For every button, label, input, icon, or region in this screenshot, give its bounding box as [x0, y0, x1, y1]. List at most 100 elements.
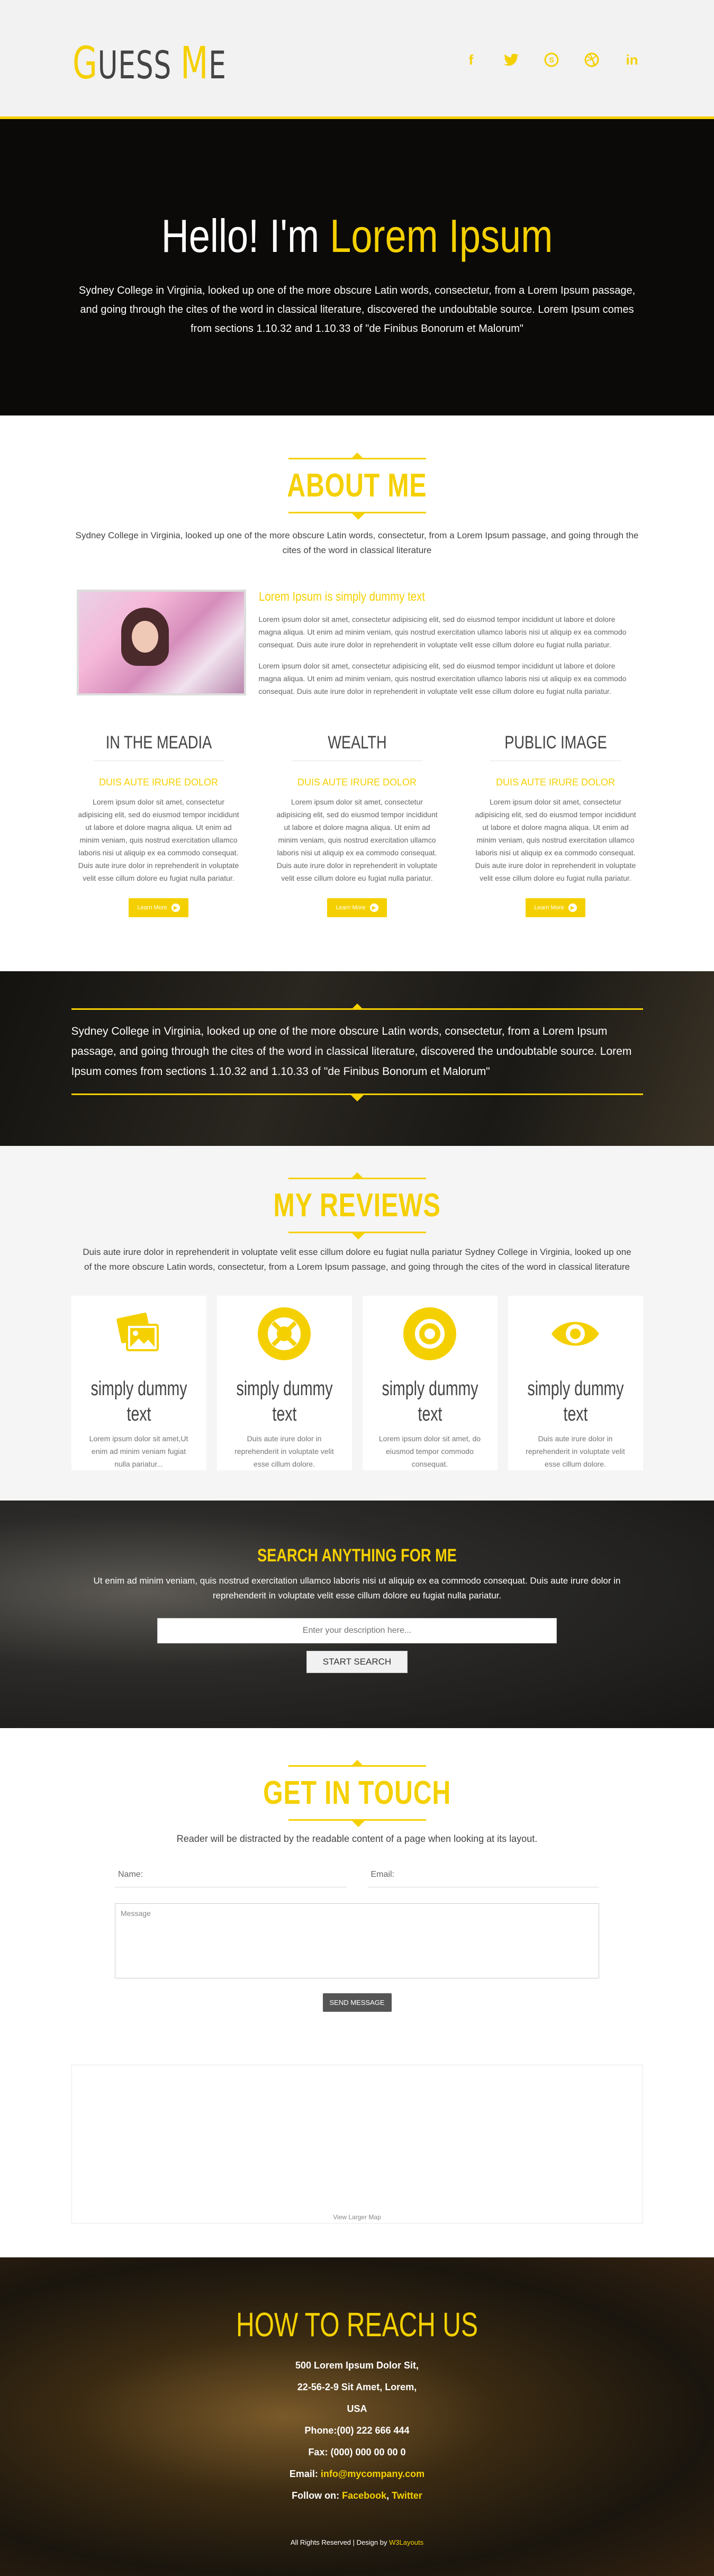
social-links: f S in [463, 52, 640, 68]
hero-banner: Hello! I'm Lorem Ipsum Sydney College in… [0, 119, 714, 415]
form-row: Name: Email: [115, 1866, 599, 1887]
column-title: WEALTH [291, 733, 423, 761]
column-text: Lorem ipsum dolor sit amet, consectetur … [78, 798, 239, 882]
designer-link[interactable]: W3Layouts [389, 2538, 423, 2546]
address-line: 22-56-2-9 Sit Amet, Lorem, [297, 2382, 417, 2392]
email-label: Email: [289, 2469, 321, 2479]
review-card-title: simply dummy text [236, 1378, 333, 1425]
eye-icon [549, 1307, 602, 1360]
skype-icon[interactable]: S [544, 52, 559, 68]
hero-text: Sydney College in Virginia, looked up on… [78, 285, 636, 335]
about-column: IN THE MEADIA DUIS AUTE IRURE DOLOR Lore… [77, 733, 241, 917]
review-card-text: Lorem ipsum dolor sit amet,Ut enim ad mi… [89, 1434, 188, 1468]
reviews-intro: Duis aute irure dolor in reprehenderit i… [83, 1247, 631, 1272]
review-card[interactable]: simply dummy text Duis aute irure dolor … [508, 1296, 643, 1470]
hero-title-prefix: Hello! I'm [161, 210, 330, 262]
review-card-title: simply dummy text [90, 1378, 187, 1425]
follow-line: Follow on: Facebook, Twitter [0, 2485, 714, 2507]
learn-more-label: Learn More [534, 905, 564, 911]
hero-title: Hello! I'm Lorem Ipsum [64, 209, 649, 263]
fax-line: Fax: (000) 000 00 00 0 [308, 2447, 406, 2457]
title-divider-bottom [288, 1819, 426, 1827]
search-section: SEARCH ANYTHING FOR ME Ut enim ad minim … [0, 1501, 714, 1728]
reviews-section: MY REVIEWS Duis aute irure dolor in repr… [0, 1146, 714, 1501]
learn-more-button[interactable]: Learn More ▶ [327, 898, 387, 917]
column-text: Lorem ipsum dolor sit amet, consectetur … [276, 798, 438, 882]
logo-letter-g: G [73, 37, 98, 89]
contact-form: Name: Email: Message SEND MESSAGE [115, 1866, 599, 2012]
lifebuoy-icon [258, 1307, 311, 1360]
copyright-text: All Rights Reserved | Design by [290, 2538, 390, 2546]
learn-more-label: Learn More [137, 905, 167, 911]
email-link[interactable]: info@mycompany.com [321, 2469, 424, 2479]
about-columns: IN THE MEADIA DUIS AUTE IRURE DOLOR Lore… [77, 733, 638, 917]
profile-paragraph: Lorem ipsum dolor sit amet, consectetur … [258, 615, 627, 649]
facebook-icon[interactable]: f [463, 52, 479, 68]
footer-title: HOW TO REACH US [236, 2306, 478, 2344]
contact-title-block: GET IN TOUCH [0, 1760, 714, 1827]
quote-section: Sydney College in Virginia, looked up on… [0, 971, 714, 1146]
arrow-right-icon: ▶ [171, 903, 180, 912]
send-message-button[interactable]: SEND MESSAGE [322, 1993, 392, 2012]
reviews-title-block: MY REVIEWS [0, 1172, 714, 1240]
contact-title: GET IN TOUCH [263, 1775, 451, 1811]
view-larger-map-link[interactable]: View Larger Map [72, 2213, 643, 2221]
profile-text: Lorem Ipsum is simply dummy text Lorem i… [259, 590, 638, 706]
review-card-text: Lorem ipsum dolor sit amet, do eiusmod t… [378, 1434, 481, 1468]
profile-photo [76, 590, 246, 695]
title-divider-top [288, 453, 426, 459]
start-search-button[interactable]: START SEARCH [306, 1651, 408, 1673]
photos-icon [112, 1307, 165, 1360]
learn-more-label: Learn More [336, 905, 366, 911]
arrow-right-icon: ▶ [568, 903, 577, 912]
logo[interactable]: GUESS ME [73, 37, 227, 89]
address-line: 500 Lorem Ipsum Dolor Sit, [295, 2360, 419, 2371]
column-text: Lorem ipsum dolor sit amet, consectetur … [475, 798, 636, 882]
learn-more-button[interactable]: Learn More ▶ [526, 898, 585, 917]
about-section: ABOUT ME Sydney College in Virginia, loo… [0, 415, 714, 971]
follow-label: Follow on: [292, 2490, 342, 2501]
twitter-link[interactable]: Twitter [392, 2490, 422, 2501]
message-field[interactable]: Message [115, 1903, 599, 1978]
twitter-icon[interactable] [503, 52, 519, 68]
follow-separator: , [386, 2490, 392, 2501]
svg-text:S: S [549, 56, 554, 64]
address-block: 500 Lorem Ipsum Dolor Sit, 22-56-2-9 Sit… [0, 2355, 714, 2507]
footer-section: HOW TO REACH US 500 Lorem Ipsum Dolor Si… [0, 2257, 714, 2576]
quote-text: Sydney College in Virginia, looked up on… [71, 1025, 632, 1078]
search-input[interactable] [157, 1618, 557, 1643]
email-field[interactable]: Email: [367, 1866, 599, 1887]
reviews-title: MY REVIEWS [273, 1187, 441, 1224]
review-cards: simply dummy text Lorem ipsum dolor sit … [71, 1296, 643, 1470]
review-card[interactable]: simply dummy text Lorem ipsum dolor sit … [362, 1296, 498, 1470]
about-column: WEALTH DUIS AUTE IRURE DOLOR Lorem ipsum… [275, 733, 439, 917]
review-card-title: simply dummy text [381, 1378, 478, 1425]
logo-text-e: E [209, 43, 227, 87]
facebook-link[interactable]: Facebook [342, 2490, 386, 2501]
map-embed[interactable]: View Larger Map [71, 2065, 643, 2224]
title-divider-bottom [288, 512, 426, 520]
logo-letter-m: M [180, 37, 209, 89]
review-card[interactable]: simply dummy text Lorem ipsum dolor sit … [71, 1296, 206, 1470]
about-title: ABOUT ME [287, 467, 427, 504]
title-divider-bottom [288, 1232, 426, 1240]
about-title-block: ABOUT ME [0, 453, 714, 520]
phone-line: Phone:(00) 222 666 444 [304, 2425, 410, 2436]
arrow-right-icon: ▶ [369, 903, 378, 912]
review-card-text: Duis aute irure dolor in reprehenderit i… [526, 1434, 625, 1468]
column-subtitle: DUIS AUTE IRURE DOLOR [297, 777, 417, 788]
contact-intro: Reader will be distracted by the readabl… [176, 1833, 538, 1844]
dribbble-icon[interactable] [584, 52, 600, 68]
linkedin-icon[interactable]: in [624, 52, 640, 68]
column-subtitle: DUIS AUTE IRURE DOLOR [495, 777, 616, 788]
hero-title-name: Lorem Ipsum [330, 210, 553, 262]
logo-text-uess: UESS [97, 43, 181, 87]
learn-more-button[interactable]: Learn More ▶ [129, 898, 188, 917]
site-header: GUESS ME f S in [0, 0, 714, 119]
column-title: IN THE MEADIA [93, 733, 224, 761]
review-card[interactable]: simply dummy text Duis aute irure dolor … [216, 1296, 352, 1470]
review-card-text: Duis aute irure dolor in reprehenderit i… [234, 1434, 334, 1468]
name-field[interactable]: Name: [115, 1866, 347, 1887]
about-column: PUBLIC IMAGE DUIS AUTE IRURE DOLOR Lorem… [474, 733, 638, 917]
address-line: USA [347, 2403, 367, 2414]
